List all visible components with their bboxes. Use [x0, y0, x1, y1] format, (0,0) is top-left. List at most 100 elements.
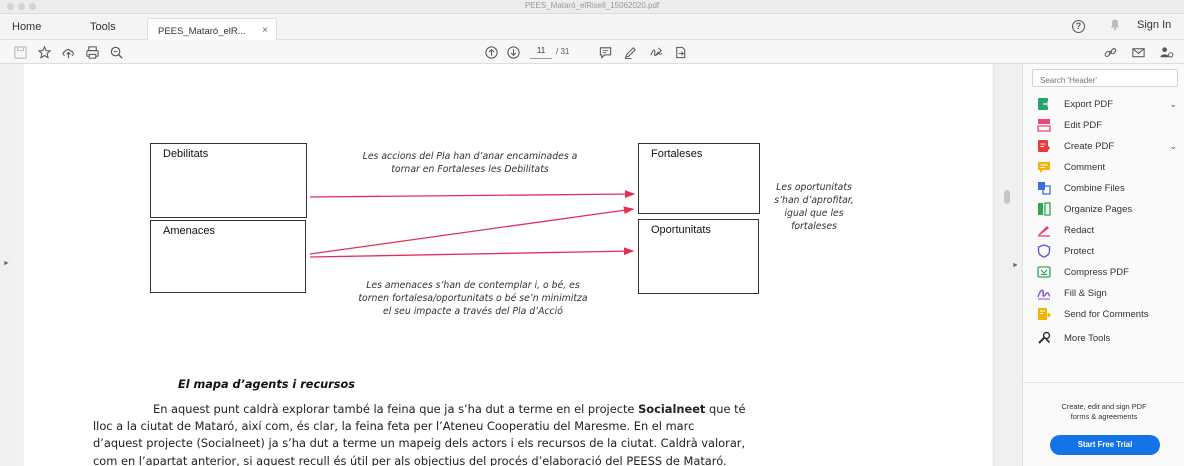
tool-compress-pdf[interactable]: Compress PDF	[1037, 263, 1184, 281]
create-pdf-icon	[1037, 139, 1051, 153]
arrow-amenaces-oportunitats	[309, 247, 635, 258]
paragraph-line-1: En aquest punt caldrà explorar també la …	[153, 402, 746, 416]
chevron-down-icon[interactable]: ⌄	[1169, 99, 1177, 110]
tab-document[interactable]: PEES_Mataró_elR... ×	[147, 18, 277, 40]
tool-label: Compress PDF	[1064, 266, 1129, 278]
scroll-thumb[interactable]	[1004, 190, 1010, 204]
main-toolbar: 11 / 31	[0, 40, 1184, 64]
send-for-comments-icon	[1037, 307, 1051, 321]
start-free-trial-button[interactable]: Start Free Trial	[1050, 435, 1160, 455]
organize-pages-icon	[1037, 202, 1051, 216]
tool-more-tools[interactable]: More Tools	[1037, 329, 1184, 347]
tab-home[interactable]: Home	[12, 21, 41, 33]
panel-divider	[1023, 382, 1184, 383]
tool-fill-sign[interactable]: Fill & Sign	[1037, 284, 1184, 302]
share-link-icon[interactable]	[1102, 44, 1118, 60]
shield-icon	[1037, 244, 1051, 258]
sign-in-link[interactable]: Sign In	[1137, 19, 1171, 31]
tool-create-pdf[interactable]: Create PDF ⌄	[1037, 137, 1184, 155]
tool-edit-pdf[interactable]: Edit PDF	[1037, 116, 1184, 134]
comment-icon[interactable]	[597, 44, 613, 60]
tool-send-for-comments[interactable]: Send for Comments	[1037, 305, 1184, 323]
comment-tool-icon	[1037, 160, 1051, 174]
page-number-input[interactable]: 11	[530, 46, 552, 59]
tab-bar: Home Tools PEES_Mataró_elR... × Sign In	[0, 14, 1184, 40]
print-icon[interactable]	[84, 44, 100, 60]
promo-line-2: forms & agreements	[1070, 412, 1138, 421]
expand-left-arrow-icon[interactable]: ►	[3, 260, 10, 267]
tool-comment[interactable]: Comment	[1037, 158, 1184, 176]
box-debilitats: Debilitats	[150, 143, 307, 218]
note-oportunitats-line-4: fortaleses	[791, 221, 837, 232]
note-oportunitats-line-2: s’han d’aprofitar,	[774, 195, 854, 206]
note-debilitats-line-1: Les accions del Pla han d’anar encaminad…	[362, 151, 578, 162]
page-total: / 31	[556, 47, 570, 56]
compress-pdf-icon	[1037, 265, 1051, 279]
promo-line-1: Create, edit and sign PDF	[1061, 402, 1147, 411]
tool-label: More Tools	[1064, 332, 1111, 344]
tab-tools[interactable]: Tools	[90, 21, 116, 33]
tool-redact[interactable]: Redact	[1037, 221, 1184, 239]
note-debilitats: Les accions del Pla han d’anar encaminad…	[320, 150, 620, 176]
tool-label: Export PDF	[1064, 98, 1114, 110]
box-fortaleses: Fortaleses	[638, 143, 760, 214]
save-icon[interactable]	[12, 44, 28, 60]
paragraph-line-3: d’aquest projecte (Socialneet) ja s’ha d…	[93, 436, 746, 451]
upload-cloud-icon[interactable]	[60, 44, 76, 60]
combine-files-icon	[1037, 181, 1051, 195]
note-debilitats-line-2: tornar en Fortaleses les Debilitats	[391, 164, 549, 175]
pdf-page: Debilitats Amenaces Fortaleses Oportunit…	[24, 64, 992, 466]
paragraph-line-4: com en l’apartat anterior, si aquest rec…	[93, 453, 727, 466]
tool-label: Fill & Sign	[1064, 287, 1107, 299]
notifications-bell-icon[interactable]	[1109, 18, 1121, 34]
promo-text: Create, edit and sign PDF forms & agreem…	[1023, 402, 1184, 422]
tool-label: Comment	[1064, 161, 1106, 173]
close-tab-icon[interactable]: ×	[262, 25, 268, 36]
window-title-bar: PEES_Mataró_elRisell_15062020.pdf	[0, 0, 1184, 14]
document-viewport: ► Debilitats Amenaces Fortaleses Oportun…	[0, 64, 1022, 466]
redact-icon	[1037, 223, 1051, 237]
window-title: PEES_Mataró_elRisell_15062020.pdf	[524, 1, 660, 10]
vertical-scrollbar[interactable]: ►	[994, 64, 1022, 466]
sign-icon[interactable]	[648, 44, 664, 60]
section-heading: El mapa d’agents i recursos	[178, 378, 355, 391]
tool-export-pdf[interactable]: Export PDF ⌄	[1037, 95, 1184, 113]
tools-panel: Export PDF ⌄ Edit PDF Create PDF ⌄ Comme…	[1022, 64, 1184, 466]
next-page-icon[interactable]	[505, 44, 521, 60]
note-amenaces-line-3: el seu impacte a través del Pla d’Acció	[383, 306, 563, 317]
paragraph-line-2: lloc a la ciutat de Mataró, així com, és…	[93, 419, 695, 434]
box-label-fortaleses: Fortaleses	[651, 148, 703, 160]
bookmark-star-icon[interactable]	[36, 44, 52, 60]
highlight-pen-icon[interactable]	[622, 44, 638, 60]
chevron-down-icon[interactable]: ⌄	[1169, 141, 1177, 152]
tools-search-input[interactable]	[1032, 69, 1178, 87]
note-oportunitats-line-1: Les oportunitats	[776, 182, 852, 193]
tool-combine-files[interactable]: Combine Files	[1037, 179, 1184, 197]
body-paragraph: En aquest punt caldrà explorar també la …	[93, 401, 915, 466]
note-oportunitats: Les oportunitats s’han d’aprofitar, igua…	[750, 181, 878, 233]
arrow-amenaces-fortaleses	[309, 206, 635, 255]
edit-pdf-icon	[1037, 118, 1051, 132]
zoom-search-icon[interactable]	[108, 44, 124, 60]
tool-protect[interactable]: Protect	[1037, 242, 1184, 260]
share-document-icon[interactable]	[672, 44, 688, 60]
arrow-debilitats-fortaleses	[309, 190, 636, 198]
export-pdf-icon	[1037, 97, 1051, 111]
add-user-icon[interactable]	[1158, 44, 1174, 60]
email-icon[interactable]	[1130, 44, 1146, 60]
box-label-debilitats: Debilitats	[163, 148, 209, 160]
note-amenaces: Les amenaces s’han de contemplar i, o bé…	[305, 279, 641, 318]
tool-label: Create PDF	[1064, 140, 1115, 152]
box-oportunitats: Oportunitats	[638, 219, 759, 294]
wrench-icon	[1037, 331, 1051, 345]
previous-page-icon[interactable]	[483, 44, 499, 60]
box-amenaces: Amenaces	[150, 220, 306, 293]
box-label-oportunitats: Oportunitats	[651, 224, 711, 236]
tool-organize-pages[interactable]: Organize Pages	[1037, 200, 1184, 218]
help-icon[interactable]: ?	[1072, 20, 1085, 33]
left-panel-toggle[interactable]: ►	[0, 64, 14, 466]
expand-right-arrow-icon[interactable]: ►	[1012, 262, 1019, 269]
tool-label: Organize Pages	[1064, 203, 1133, 215]
tool-label: Redact	[1064, 224, 1095, 236]
document-tab-label: PEES_Mataró_elR...	[158, 26, 246, 37]
